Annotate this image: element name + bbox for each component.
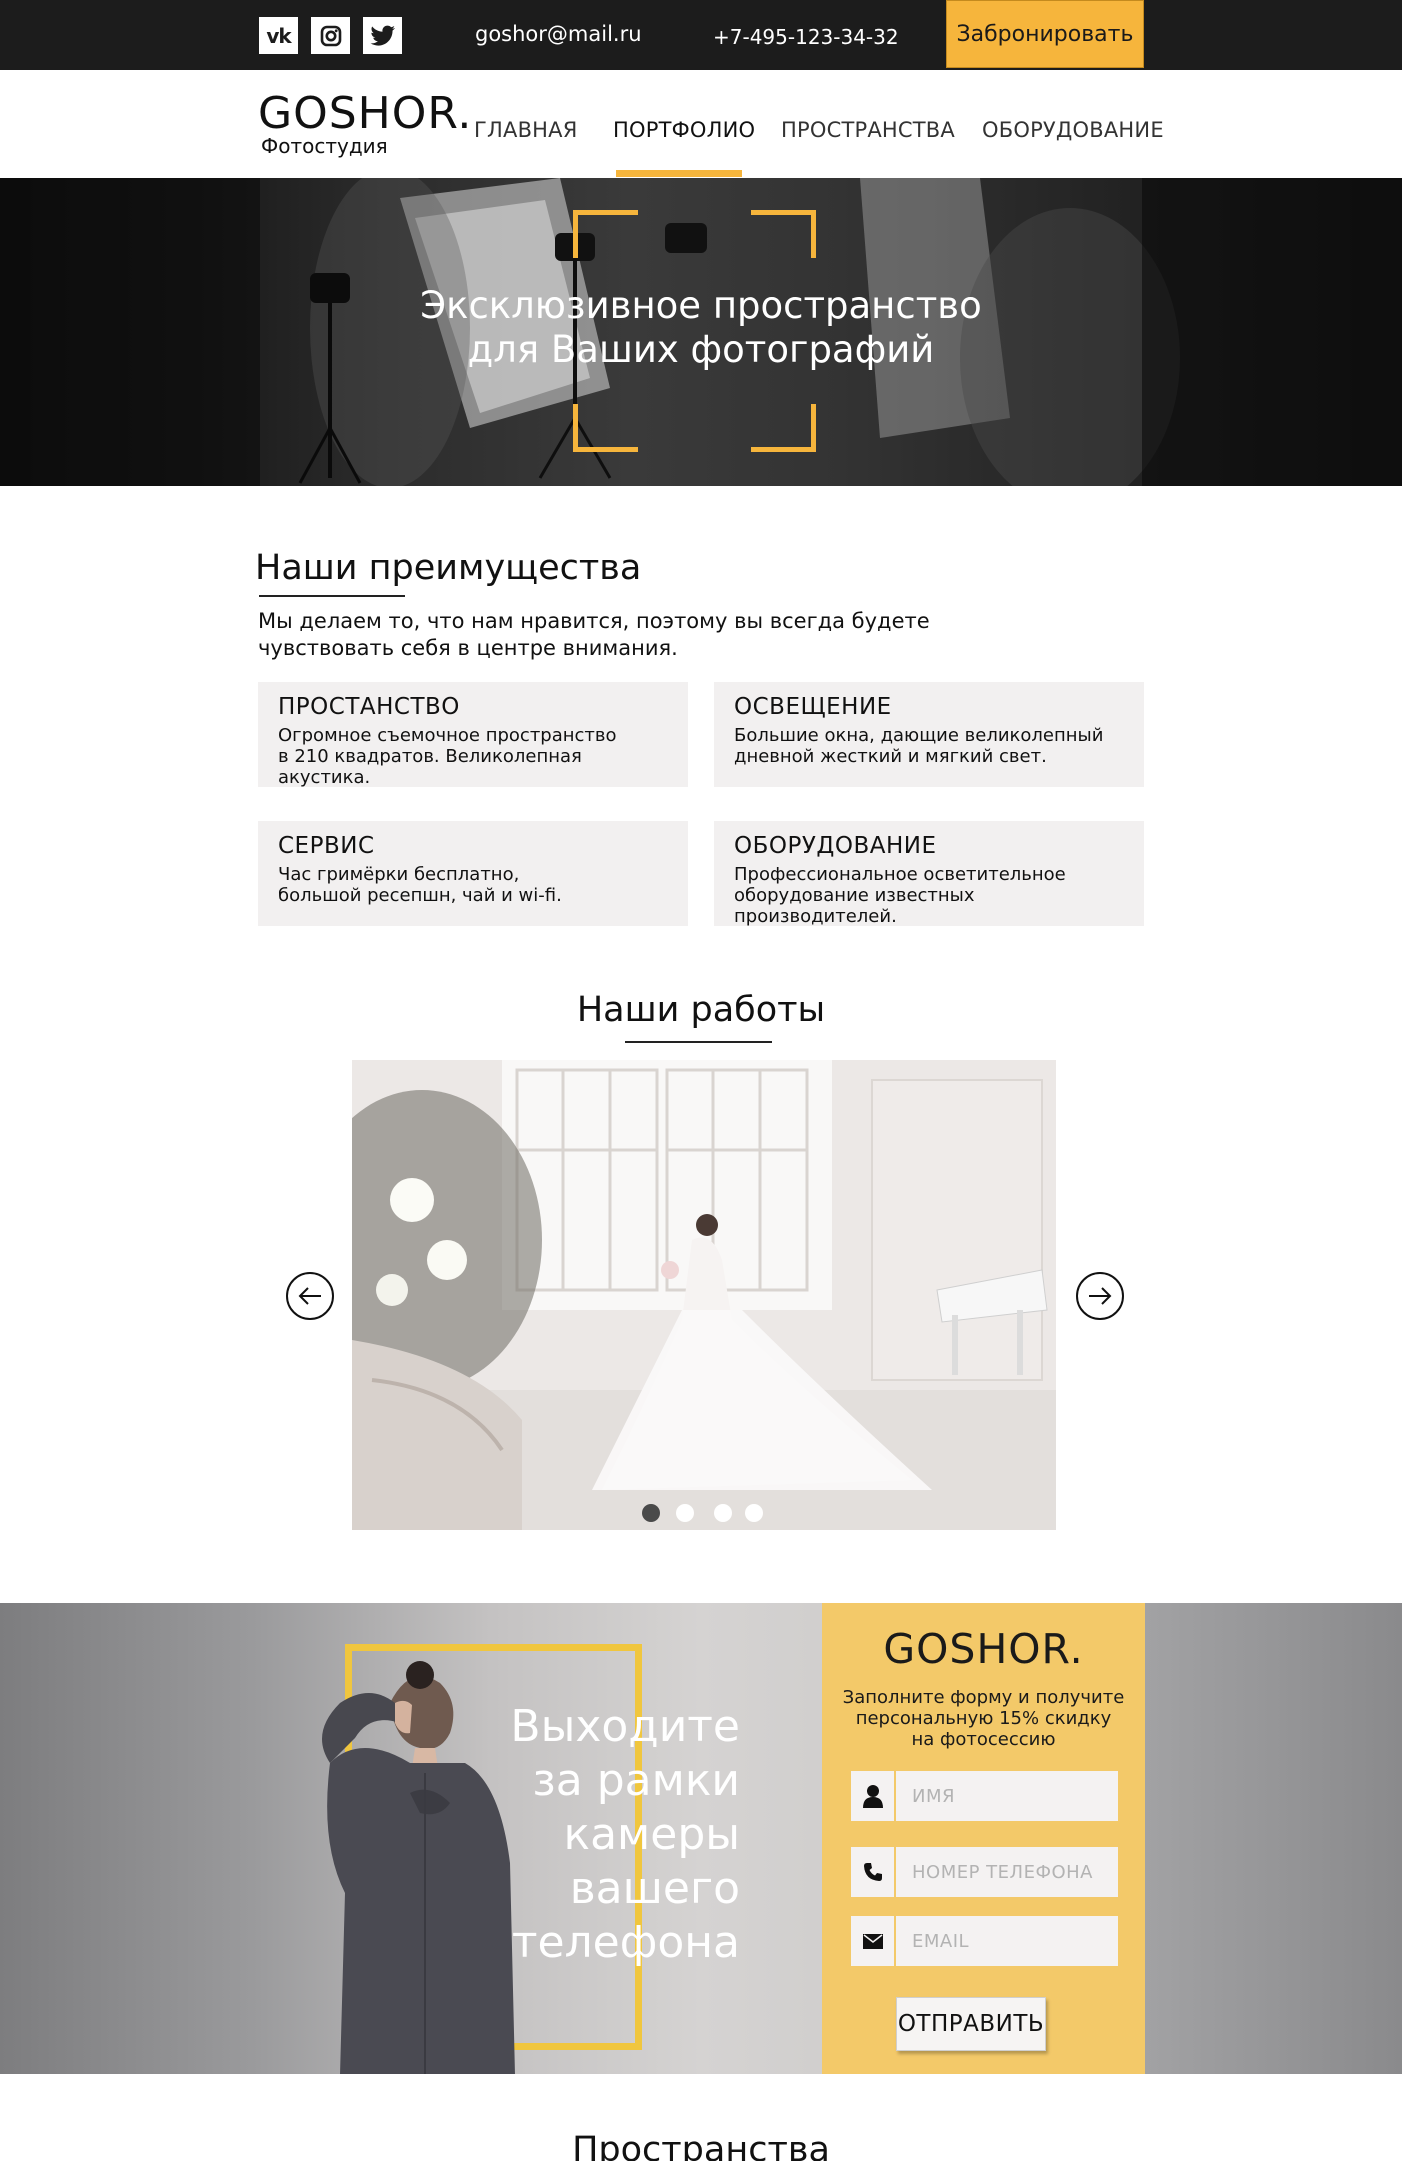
advantage-card-space: ПРОСТАНСТВО Огромное съемочное пространс… bbox=[258, 682, 688, 788]
advantage-card-line: Большие окна, дающие великолепный bbox=[734, 725, 1104, 746]
submit-button[interactable]: ОТПРАВИТЬ bbox=[896, 1997, 1046, 2051]
book-button[interactable]: Забронировать bbox=[946, 0, 1144, 68]
promo-headline-line: за рамки bbox=[532, 1755, 740, 1806]
slider-dot[interactable] bbox=[676, 1504, 694, 1522]
vk-icon[interactable]: vk bbox=[259, 17, 298, 54]
envelope-icon bbox=[851, 1916, 896, 1966]
twitter-icon[interactable] bbox=[363, 17, 402, 54]
advantage-card-text: Час гримёрки бесплатно, большой ресепшн,… bbox=[278, 864, 668, 906]
top-bar: vk goshor@mail.ru +7-495-123-34-32 Забро… bbox=[0, 0, 1402, 70]
advantage-card-title: ОСВЕЩЕНИЕ bbox=[734, 694, 892, 720]
advantage-card-title: ОБОРУДОВАНИЕ bbox=[734, 833, 937, 859]
advantage-card-line: оборудование известных производителей. bbox=[734, 885, 975, 927]
promo-section: Выходите за рамки камеры вашего телефона… bbox=[0, 1603, 1402, 2074]
advantage-card-text: Профессиональное осветительное оборудова… bbox=[734, 864, 1124, 927]
contact-phone[interactable]: +7-495-123-34-32 bbox=[713, 25, 899, 49]
slider-dot[interactable] bbox=[745, 1504, 763, 1522]
instagram-icon[interactable] bbox=[311, 17, 350, 54]
form-desc-line: на фотосессию bbox=[911, 1729, 1056, 1750]
advantage-card-line: дневной жесткий и мягкий свет. bbox=[734, 746, 1047, 767]
works-title: Наши работы bbox=[576, 990, 826, 1030]
bride-photo bbox=[352, 1060, 1056, 1530]
logo-subtitle: Фотостудия bbox=[261, 134, 388, 158]
advantage-card-title: ПРОСТАНСТВО bbox=[278, 694, 460, 720]
spaces-title: Пространства bbox=[572, 2130, 830, 2161]
advantage-card-text: Огромное съемочное пространство в 210 кв… bbox=[278, 725, 668, 788]
email-placeholder: EMAIL bbox=[912, 1930, 970, 1952]
email-field[interactable]: EMAIL bbox=[851, 1916, 1118, 1966]
promo-headline-line: камеры bbox=[563, 1809, 740, 1860]
nav-link-spaces[interactable]: ПРОСТРАНСТВА bbox=[781, 118, 955, 142]
hero-banner: Эксклюзивное пространство для Ваших фото… bbox=[0, 178, 1402, 486]
advantage-card-text: Большие окна, дающие великолепный дневно… bbox=[734, 725, 1124, 767]
contact-email[interactable]: goshor@mail.ru bbox=[475, 22, 642, 46]
form-desc-line: персональную 15% скидку bbox=[855, 1708, 1112, 1729]
nav-link-portfolio[interactable]: ПОРТФОЛИО bbox=[613, 118, 755, 142]
main-nav: GOSHOR. Фотостудия ГЛАВНАЯ ПОРТФОЛИО ПРО… bbox=[0, 70, 1402, 178]
advantages-desc-line1: Мы делаем то, что нам нравится, поэтому … bbox=[258, 609, 930, 633]
advantage-card-line: Огромное съемочное пространство bbox=[278, 725, 617, 746]
form-description: Заполните форму и получите персональную … bbox=[822, 1687, 1145, 1750]
vk-glyph: vk bbox=[266, 23, 291, 48]
portfolio-slide-image bbox=[352, 1060, 1056, 1530]
phone-placeholder: НОМЕР ТЕЛЕФОНА bbox=[912, 1861, 1093, 1883]
slider-dot[interactable] bbox=[714, 1504, 732, 1522]
name-placeholder: ИМЯ bbox=[912, 1785, 956, 1807]
user-icon bbox=[851, 1771, 896, 1821]
phone-icon bbox=[851, 1847, 896, 1897]
logo-wordmark: GOSHOR. bbox=[258, 88, 473, 139]
phone-field[interactable]: НОМЕР ТЕЛЕФОНА bbox=[851, 1847, 1118, 1897]
nav-link-equipment[interactable]: ОБОРУДОВАНИЕ bbox=[982, 118, 1164, 142]
hero-title-line1: Эксклюзивное пространство bbox=[420, 284, 982, 327]
logo[interactable]: GOSHOR. Фотостудия bbox=[258, 88, 473, 158]
advantage-card-equipment: ОБОРУДОВАНИЕ Профессиональное осветитель… bbox=[714, 821, 1144, 927]
promo-headline-line: Выходите bbox=[510, 1701, 740, 1752]
advantage-card-lighting: ОСВЕЩЕНИЕ Большие окна, дающие великолеп… bbox=[714, 682, 1144, 787]
slider-prev-button[interactable] bbox=[286, 1272, 334, 1320]
advantage-card-service: СЕРВИС Час гримёрки бесплатно, большой р… bbox=[258, 821, 688, 926]
twitter-glyph bbox=[370, 25, 395, 46]
advantages-title-underline bbox=[259, 595, 405, 597]
hero-title: Эксклюзивное пространство для Ваших фото… bbox=[0, 284, 1402, 372]
advantage-card-line: Час гримёрки бесплатно, bbox=[278, 864, 520, 885]
instagram-glyph bbox=[320, 25, 341, 46]
hero-title-line2: для Ваших фотографий bbox=[467, 328, 935, 371]
works-title-underline bbox=[625, 1041, 772, 1043]
advantage-card-line: в 210 квадратов. Великолепная акустика. bbox=[278, 746, 582, 788]
promo-headline-line: вашего bbox=[569, 1863, 740, 1914]
promo-headline-line: телефона bbox=[511, 1917, 740, 1968]
slider-dot[interactable] bbox=[642, 1504, 660, 1522]
nav-active-indicator bbox=[616, 170, 742, 177]
arrow-left-icon bbox=[298, 1287, 321, 1305]
discount-form: GOSHOR. Заполните форму и получите персо… bbox=[822, 1603, 1145, 2074]
arrow-right-icon bbox=[1089, 1287, 1112, 1305]
name-field[interactable]: ИМЯ bbox=[851, 1771, 1118, 1821]
form-logo: GOSHOR. bbox=[883, 1625, 1084, 1673]
advantage-card-title: СЕРВИС bbox=[278, 833, 375, 859]
advantage-card-line: Профессиональное осветительное bbox=[734, 864, 1066, 885]
advantages-description: Мы делаем то, что нам нравится, поэтому … bbox=[258, 608, 958, 662]
slider-next-button[interactable] bbox=[1076, 1272, 1124, 1320]
form-desc-line: Заполните форму и получите bbox=[842, 1687, 1125, 1708]
promo-headline: Выходите за рамки камеры вашего телефона bbox=[420, 1700, 740, 1970]
nav-link-home[interactable]: ГЛАВНАЯ bbox=[474, 118, 578, 142]
advantages-desc-line2: чувствовать себя в центре внимания. bbox=[258, 636, 678, 660]
advantages-title: Наши преимущества bbox=[255, 548, 642, 588]
advantage-card-line: большой ресепшн, чай и wi-fi. bbox=[278, 885, 562, 906]
